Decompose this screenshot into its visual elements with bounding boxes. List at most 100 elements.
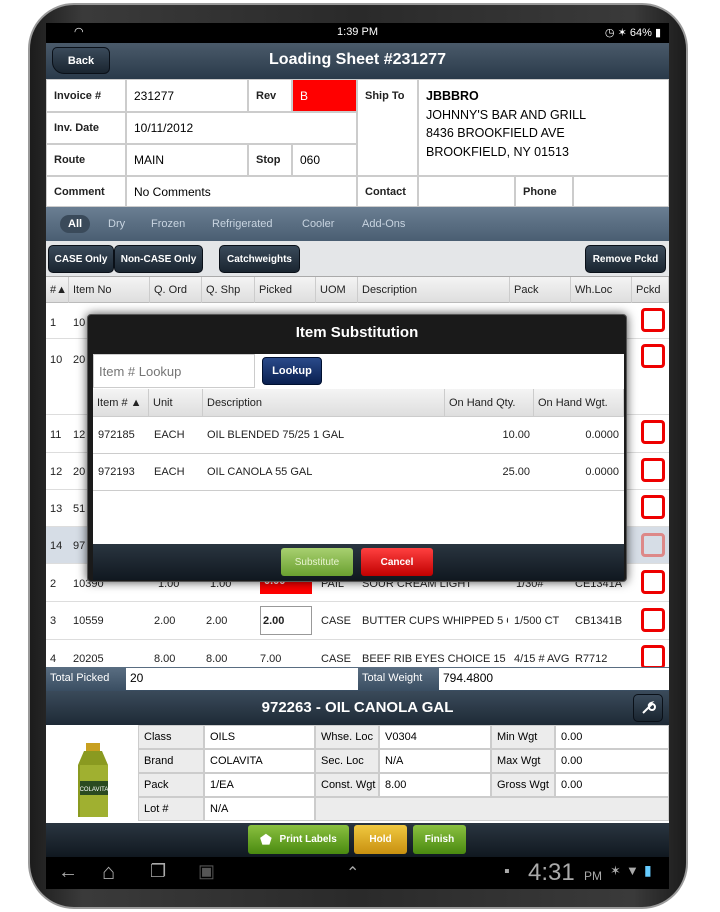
wifi-icon: ▼: [626, 863, 639, 878]
class-value: OILS: [204, 725, 315, 749]
picked-input[interactable]: 2.00: [260, 606, 312, 635]
substitution-table-header: Item # ▲ Unit Description On Hand Qty. O…: [93, 389, 624, 417]
pckd-checkbox[interactable]: [641, 608, 665, 632]
total-picked-value: 20: [126, 668, 358, 690]
total-weight-value: 794.4800: [439, 668, 669, 690]
battery-icon: ▮: [654, 27, 661, 39]
item-detail-title: 972263 - OIL CANOLA GAL: [261, 699, 454, 716]
bluetooth-icon: ✶: [617, 27, 627, 39]
col-item-num[interactable]: Item # ▲: [93, 389, 149, 417]
substitution-row[interactable]: 972193 EACH OIL CANOLA 55 GAL 25.00 0.00…: [93, 454, 624, 491]
loading-table-header: #▲ Item No Q. Ord Q. Shp Picked UOM Desc…: [46, 277, 669, 303]
gross-wgt-value: 0.00: [555, 773, 669, 797]
max-wgt-label: Max Wgt: [491, 749, 555, 773]
sec-loc-value: N/A: [379, 749, 491, 773]
col-wh-loc[interactable]: Wh.Loc: [571, 277, 632, 303]
table-row[interactable]: 3 10559 2.00 2.00 2.00 CASE BUTTER CUPS …: [46, 602, 669, 640]
class-label: Class: [138, 725, 204, 749]
comment-label: Comment: [46, 176, 126, 207]
sec-loc-label: Sec. Loc: [315, 749, 379, 773]
non-case-only-button[interactable]: Non-CASE Only: [114, 245, 203, 273]
col-q-shp[interactable]: Q. Shp: [202, 277, 255, 303]
shipto-label: Ship To: [357, 79, 418, 176]
pckd-checkbox[interactable]: [641, 533, 665, 557]
col-pckd[interactable]: Pckd: [632, 277, 669, 303]
finish-button[interactable]: Finish: [413, 825, 466, 854]
phone-value: [573, 176, 669, 207]
rev-value: B: [292, 79, 357, 112]
const-wgt-label: Const. Wgt: [315, 773, 379, 797]
col-num[interactable]: #▲: [46, 277, 69, 303]
stop-label: Stop: [248, 144, 292, 176]
screen: ◠ 1:39 PM ◷ ✶ 64% ▮ Back Loading Sheet #…: [46, 23, 669, 889]
shipto-street: 8436 BROOKFIELD AVE: [426, 126, 565, 140]
col-unit[interactable]: Unit: [149, 389, 203, 417]
totals-bar: Total Picked 20 Total Weight 794.4800: [46, 667, 669, 691]
dialog-title: Item Substitution: [295, 324, 419, 341]
col-on-hand-qty[interactable]: On Hand Qty.: [445, 389, 534, 417]
remove-pckd-button[interactable]: Remove Pckd: [585, 245, 666, 273]
const-wgt-value: 8.00: [379, 773, 491, 797]
dialog-footer: Substitute Cancel: [93, 544, 624, 580]
cancel-button[interactable]: Cancel: [361, 548, 433, 576]
pckd-checkbox[interactable]: [641, 495, 665, 519]
battery-icon: ▮: [644, 862, 652, 878]
col-pack[interactable]: Pack: [510, 277, 571, 303]
tab-cooler[interactable]: Cooler: [302, 215, 334, 233]
print-labels-button[interactable]: ⬟ Print Labels: [248, 825, 349, 854]
lookup-button[interactable]: Lookup: [262, 357, 322, 385]
screenshot-icon[interactable]: ▣: [198, 861, 215, 882]
item-lookup-input[interactable]: [93, 354, 255, 388]
tab-all[interactable]: All: [60, 215, 91, 233]
route-label: Route: [46, 144, 126, 176]
pckd-checkbox[interactable]: [641, 308, 665, 332]
action-bar: ⬟ Print Labels Hold Finish: [46, 823, 669, 857]
col-description[interactable]: Description: [358, 277, 510, 303]
col-uom[interactable]: UOM: [316, 277, 358, 303]
tag-icon: ⬟: [260, 831, 272, 847]
col-on-hand-wgt[interactable]: On Hand Wgt.: [534, 389, 624, 417]
item-detail-header: 972263 - OIL CANOLA GAL: [46, 691, 669, 725]
dialog-body: Lookup Item # ▲ Unit Description On Hand…: [93, 354, 624, 544]
battery-percent: 64%: [629, 27, 652, 39]
col-q-ord[interactable]: Q. Ord: [150, 277, 202, 303]
tab-frozen[interactable]: Frozen: [151, 215, 185, 233]
back-nav-icon[interactable]: ←: [58, 861, 78, 884]
brand-value: COLAVITA: [204, 749, 315, 773]
hold-button[interactable]: Hold: [354, 825, 407, 854]
pckd-checkbox[interactable]: [641, 344, 665, 368]
pckd-checkbox[interactable]: [641, 570, 665, 594]
home-nav-icon[interactable]: ⌂: [102, 859, 115, 885]
total-picked-label: Total Picked: [50, 672, 110, 684]
substitution-row[interactable]: 972185 EACH OIL BLENDED 75/25 1 GAL 10.0…: [93, 417, 624, 454]
catchweights-button[interactable]: Catchweights: [219, 245, 300, 273]
phone-label: Phone: [515, 176, 573, 207]
invoice-value: 231277: [126, 79, 248, 112]
recent-apps-icon[interactable]: ❐: [150, 861, 166, 882]
pckd-checkbox[interactable]: [641, 420, 665, 444]
whse-loc-value: V0304: [379, 725, 491, 749]
max-wgt-value: 0.00: [555, 749, 669, 773]
tab-dry[interactable]: Dry: [108, 215, 125, 233]
case-only-button[interactable]: CASE Only: [48, 245, 114, 273]
detail-filler: [315, 797, 669, 821]
date-label: Inv. Date: [46, 112, 126, 144]
bluetooth-icon: ✶: [610, 863, 621, 878]
col-description[interactable]: Description: [203, 389, 445, 417]
pack-label: Pack: [138, 773, 204, 797]
chevron-up-icon[interactable]: ⌃: [346, 863, 359, 883]
pckd-checkbox[interactable]: [641, 458, 665, 482]
col-picked[interactable]: Picked: [255, 277, 316, 303]
status-bar: ◠ 1:39 PM ◷ ✶ 64% ▮: [46, 23, 669, 43]
tab-refrigerated[interactable]: Refrigerated: [212, 215, 273, 233]
substitute-button[interactable]: Substitute: [281, 548, 353, 576]
table-row[interactable]: 4 20205 8.00 8.00 7.00 CASE BEEF RIB EYE…: [46, 640, 669, 667]
wrench-icon[interactable]: [633, 694, 663, 722]
lot-label: Lot #: [138, 797, 204, 821]
tab-add-ons[interactable]: Add-Ons: [362, 215, 405, 233]
col-item-no[interactable]: Item No: [69, 277, 150, 303]
pckd-checkbox[interactable]: [641, 645, 665, 667]
nav-ampm: PM: [584, 869, 602, 883]
invoice-label: Invoice #: [46, 79, 126, 112]
contact-label: Contact: [357, 176, 418, 207]
